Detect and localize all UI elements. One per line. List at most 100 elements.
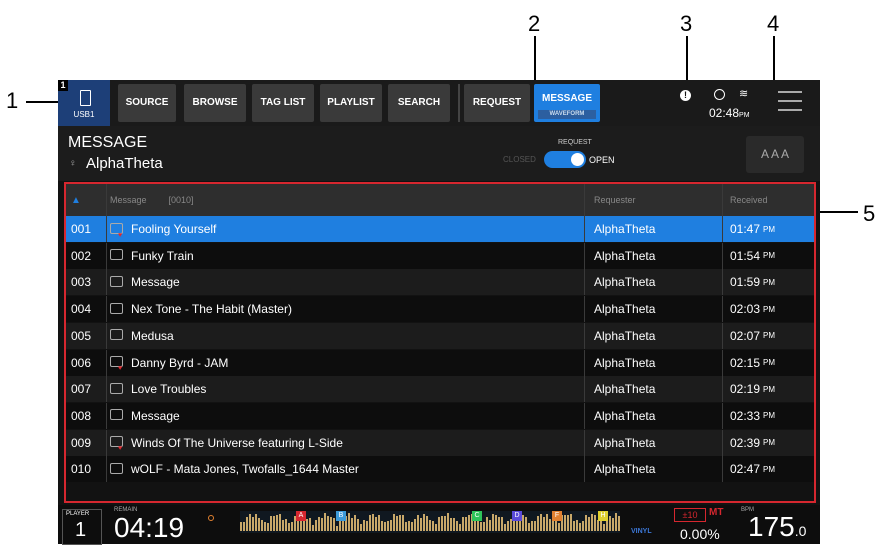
tab-request[interactable]: REQUEST: [464, 84, 530, 122]
waveform-bar: [288, 523, 290, 531]
callout-4: 4: [767, 11, 780, 36]
waveform-bar: [402, 515, 404, 531]
tab-search[interactable]: SEARCH: [388, 84, 450, 122]
row-requester: AlphaTheta: [594, 222, 656, 236]
message-icon: ♥: [110, 222, 123, 239]
font-size-button[interactable]: A A A: [746, 136, 804, 173]
row-number: 007: [71, 382, 92, 397]
waveform-bar: [318, 516, 320, 531]
waveform-bar: [393, 514, 395, 531]
waveform-bar: [321, 517, 323, 531]
master-tempo: MT: [709, 507, 724, 518]
tab-message[interactable]: MESSAGE WAVEFORM: [534, 84, 600, 122]
heart-icon: ♥: [118, 231, 123, 239]
globe-icon: [714, 89, 725, 100]
table-row[interactable]: 005 Medusa AlphaTheta 02:07 PM: [66, 322, 814, 349]
waveform-bar: [465, 517, 467, 531]
received-suffix: PM: [763, 464, 776, 474]
table-row[interactable]: 006 ♥ Danny Byrd - JAM AlphaTheta 02:15 PM: [66, 349, 814, 376]
waveform-bar: [573, 520, 575, 531]
row-number: 005: [71, 328, 92, 343]
row-message: Love Troubles: [110, 376, 206, 402]
callout-3: 3: [680, 11, 693, 36]
waveform-bar: [462, 517, 464, 531]
callout-2: 2: [528, 11, 541, 36]
waveform-bar: [468, 514, 470, 531]
message-text: Love Troubles: [131, 382, 207, 397]
heart-icon: ♥: [118, 445, 123, 453]
waveform-bar: [339, 519, 341, 531]
hot-cue-marker: H: [598, 511, 608, 521]
menu-icon[interactable]: [778, 91, 802, 113]
row-received: 01:47 PM: [730, 216, 775, 242]
table-row[interactable]: 008 Message AlphaTheta 02:33 PM: [66, 402, 814, 429]
waveform-bar: [525, 517, 527, 531]
message-text: Message: [131, 408, 180, 423]
waveform-bar: [255, 513, 257, 531]
waveform-bar: [609, 515, 611, 531]
received-suffix: PM: [763, 438, 776, 448]
sort-icon[interactable]: ▲: [71, 184, 81, 216]
waveform-bar: [306, 518, 308, 531]
message-icon: [110, 462, 123, 474]
waveform-bar: [264, 522, 266, 531]
waveform-bar: [453, 518, 455, 531]
table-row[interactable]: 007 Love Troubles AlphaTheta 02:19 PM: [66, 376, 814, 403]
message-text: Winds Of The Universe featuring L-Side: [131, 435, 343, 450]
request-toggle[interactable]: [544, 151, 586, 168]
toggle-on-label: OPEN: [589, 155, 615, 165]
waveform-bar: [282, 520, 284, 531]
waveform-bar: [531, 520, 533, 531]
waveform-bar: [408, 520, 410, 531]
row-message: wOLF - Mata Jones, Twofalls_1644 Master: [110, 456, 359, 482]
usb-source-button[interactable]: 1 USB1: [58, 80, 110, 126]
row-message: ♥ Fooling Yourself: [110, 216, 216, 242]
waveform-bar: [267, 523, 269, 531]
table-row[interactable]: 004 Nex Tone - The Habit (Master) AlphaThe…: [66, 296, 814, 323]
row-requester: AlphaTheta: [594, 275, 656, 290]
waveform-bar: [594, 514, 596, 531]
message-icon: ♥: [110, 356, 123, 372]
table-row[interactable]: 010 wOLF - Mata Jones, Twofalls_1644 Mast…: [66, 456, 814, 483]
info-icon[interactable]: !: [680, 90, 691, 101]
column-requester[interactable]: Requester: [594, 184, 636, 216]
waveform-bar: [405, 521, 407, 531]
column-message[interactable]: Message [0010]: [110, 184, 194, 216]
tab-playlist[interactable]: PLAYLIST: [320, 84, 382, 122]
received-time: 01:47: [730, 222, 761, 236]
message-text: Message: [131, 275, 180, 290]
waveform-bar: [357, 519, 359, 531]
hot-cue-marker: C: [472, 511, 482, 521]
waveform-bar: [597, 519, 599, 531]
waveform-bar: [375, 516, 377, 531]
tab-source[interactable]: SOURCE: [118, 84, 176, 122]
waveform-bar: [423, 513, 425, 531]
table-row[interactable]: 009 ♥ Winds Of The Universe featuring L-Si…: [66, 429, 814, 456]
clock: 02:48PM: [709, 106, 750, 120]
waveform-bar: [618, 516, 620, 531]
table-row[interactable]: 003 Message AlphaTheta 01:59 PM: [66, 269, 814, 296]
tab-browse[interactable]: BROWSE: [184, 84, 246, 122]
waveform-bar: [585, 515, 587, 531]
bpm-value: 175.0: [748, 511, 806, 543]
column-received[interactable]: Received: [730, 184, 768, 216]
row-received: 02:03 PM: [730, 296, 775, 322]
tab-message-sublabel: WAVEFORM: [538, 110, 596, 119]
waveform-bar: [336, 525, 338, 531]
waveform-bar: [432, 520, 434, 531]
table-row[interactable]: 002 Funky Train AlphaTheta 01:54 PM: [66, 242, 814, 269]
message-text: Danny Byrd - JAM: [131, 355, 229, 370]
waveform-bar: [504, 524, 506, 531]
cue-dot-icon: [208, 515, 214, 521]
table-row[interactable]: 001 ♥ Fooling Yourself AlphaTheta 01:47 PM: [66, 216, 814, 242]
waveform[interactable]: ABCDFH: [240, 511, 620, 533]
received-time: 02:39: [730, 435, 761, 450]
waveform-bar: [489, 519, 491, 531]
waveform-bar: [537, 516, 539, 531]
waveform-bar: [348, 513, 350, 531]
tab-tag-list[interactable]: TAG LIST: [252, 84, 314, 122]
waveform-bar: [240, 522, 242, 531]
waveform-bar: [576, 519, 578, 531]
row-number: 010: [71, 462, 92, 477]
hot-cue-marker: F: [552, 511, 562, 521]
